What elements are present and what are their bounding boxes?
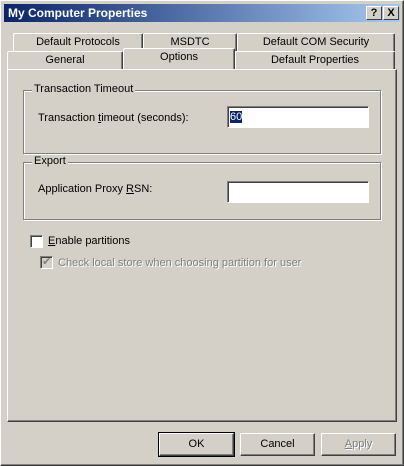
enable-partitions-checkbox[interactable] [30,235,43,248]
enable-partitions-label[interactable]: Enable partitions [48,235,130,247]
window-title: My Computer Properties [8,6,148,20]
apply-button[interactable]: Apply [321,433,396,456]
application-proxy-rsn-input[interactable] [227,181,369,203]
application-proxy-rsn-label: Application Proxy RSN: [38,183,153,195]
transaction-timeout-value: 60 [230,111,243,123]
tab-options[interactable]: Options [123,48,235,69]
tab-default-properties[interactable]: Default Properties [235,51,395,69]
export-group: Export Application Proxy RSN: [23,155,381,220]
checkmark-icon: ✔ [42,256,52,268]
transaction-timeout-group-title: Transaction Timeout [32,83,136,95]
title-bar[interactable]: My Computer Properties ? X [4,4,400,22]
options-panel: Transaction Timeout Transaction timeout … [7,69,397,422]
properties-window: My Computer Properties ? X Default Proto… [0,0,404,466]
export-group-title: Export [32,155,68,167]
help-button[interactable]: ? [366,6,382,20]
tab-general[interactable]: General [7,51,123,69]
transaction-timeout-input[interactable]: 60 [227,106,369,128]
check-local-store-checkbox[interactable]: ✔ [40,256,53,269]
tab-default-com-security[interactable]: Default COM Security [237,33,395,51]
transaction-timeout-label: Transaction timeout (seconds): [38,112,189,124]
check-local-store-label: Check local store when choosing partitio… [58,257,302,269]
close-button[interactable]: X [383,6,399,20]
cancel-button[interactable]: Cancel [240,433,315,456]
ok-button[interactable]: OK [158,432,235,457]
transaction-timeout-group: Transaction Timeout Transaction timeout … [23,83,381,154]
